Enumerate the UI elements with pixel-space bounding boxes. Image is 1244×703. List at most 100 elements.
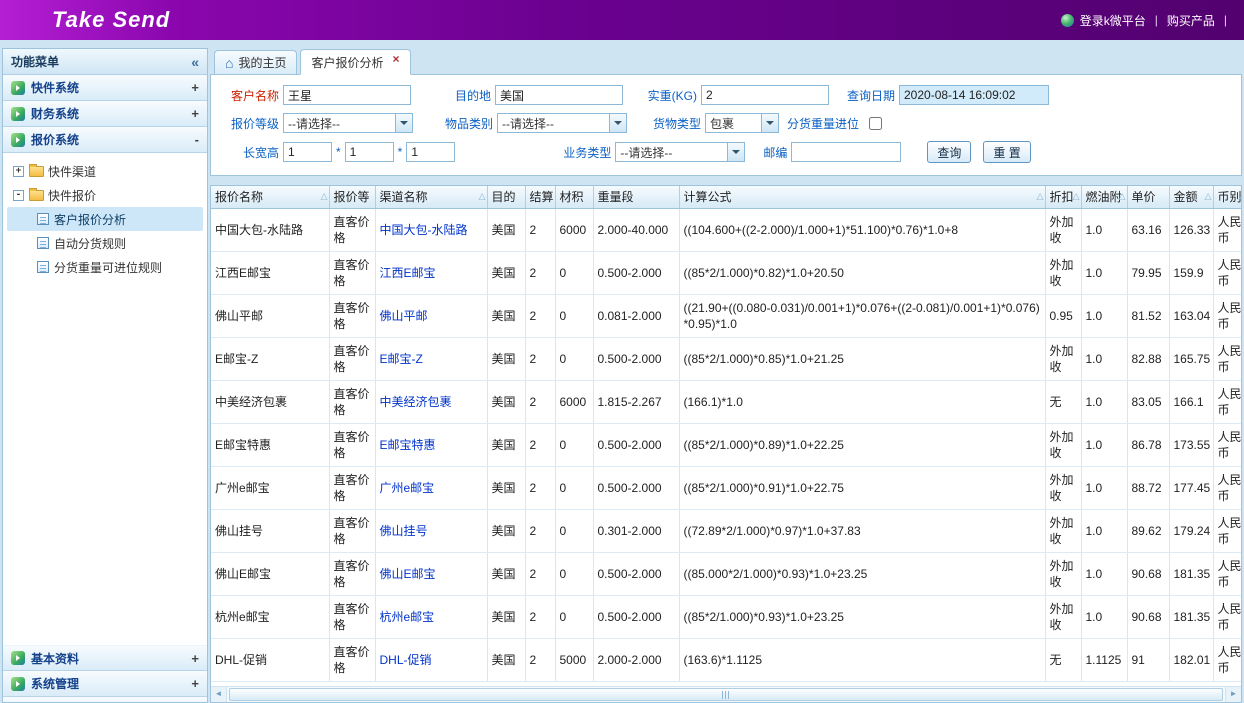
minus-icon[interactable]: - [195,132,199,147]
column-header-3[interactable]: 目的 [487,186,525,208]
column-header-2[interactable]: 渠道名称△ [375,186,487,208]
sidebar-item-finance-system[interactable]: 财务系统 + [3,101,207,127]
tree-node-express-channel[interactable]: + 快件渠道 [7,159,203,183]
sidebar-item-quote-system[interactable]: 报价系统 - [3,127,207,153]
table-row[interactable]: 佛山挂号直客价格佛山挂号美国200.301-2.000((72.89*2/1.0… [211,509,1241,552]
scroll-right-icon[interactable]: ► [1225,687,1241,702]
plus-icon[interactable]: + [191,80,199,95]
sidebar-item-basic-data[interactable]: 基本资料 + [3,645,207,671]
sort-icon[interactable]: △ [1119,191,1126,202]
sort-icon[interactable]: △ [1073,191,1080,202]
cell: 91 [1127,638,1169,681]
cell: 90.68 [1127,552,1169,595]
cell: 2 [525,466,555,509]
tree-node-express-quote[interactable]: - 快件报价 [7,183,203,207]
collapse-node-icon[interactable]: - [13,190,24,201]
channel-link[interactable]: 中美经济包裹 [380,395,452,409]
channel-link[interactable]: DHL-促销 [380,653,432,667]
table-row[interactable]: 江西E邮宝直客价格江西E邮宝美国200.500-2.000((85*2/1.00… [211,251,1241,294]
tree-leaf-customer-quote-analysis[interactable]: 客户报价分析 [7,207,203,231]
tree-leaf-auto-sort-rule[interactable]: 自动分货规则 [7,231,203,255]
cell: 0 [555,337,593,380]
column-header-8[interactable]: 折扣△ [1045,186,1081,208]
plus-icon[interactable]: + [191,651,199,666]
channel-link[interactable]: 佛山挂号 [380,524,428,538]
cell: 2 [525,423,555,466]
column-header-6[interactable]: 重量段 [593,186,679,208]
module-icon [11,81,25,95]
close-icon[interactable]: × [393,52,400,66]
cell: 88.72 [1127,466,1169,509]
channel-link[interactable]: 杭州e邮宝 [380,610,435,624]
quote-level-select[interactable]: --请选择-- [283,113,413,133]
table-row[interactable]: E邮宝特惠直客价格E邮宝特惠美国200.500-2.000((85*2/1.00… [211,423,1241,466]
sidebar-item-system-admin[interactable]: 系统管理 + [3,671,207,697]
channel-link[interactable]: 佛山平邮 [380,309,428,323]
destination-input[interactable] [495,85,623,105]
tree-leaf-weight-carry-rule[interactable]: 分货重量可进位规则 [7,255,203,279]
login-platform-link[interactable]: 登录k微平台 [1080,12,1146,29]
section-label: 基本资料 [31,650,191,667]
scrollbar-thumb[interactable] [229,688,1223,701]
column-header-0[interactable]: 报价名称△ [211,186,329,208]
scroll-left-icon[interactable]: ◄ [211,687,227,702]
cell: 165.75 [1169,337,1213,380]
channel-link[interactable]: 中国大包-水陆路 [380,223,468,237]
item-category-select[interactable]: --请选择-- [497,113,627,133]
channel-link[interactable]: 广州e邮宝 [380,481,435,495]
reset-button[interactable]: 重 置 [983,141,1030,163]
plus-icon[interactable]: + [191,676,199,691]
tab-label: 我的主页 [238,54,286,71]
column-header-10[interactable]: 单价 [1127,186,1169,208]
column-header-4[interactable]: 结算 [525,186,555,208]
cell: 外加收 [1045,208,1081,251]
cell: 直客价格 [329,509,375,552]
cargo-type-select[interactable]: 包裹 [705,113,779,133]
sort-icon[interactable]: △ [479,191,486,202]
column-header-1[interactable]: 报价等 [329,186,375,208]
table-row[interactable]: 中美经济包裹直客价格中美经济包裹美国260001.815-2.267(166.1… [211,380,1241,423]
table-row[interactable]: DHL-促销直客价格DHL-促销美国250002.000-2.000(163.6… [211,638,1241,681]
search-button[interactable]: 查询 [927,141,971,163]
buy-product-link[interactable]: 购买产品 [1167,12,1215,29]
column-header-9[interactable]: 燃油附△ [1081,186,1127,208]
expand-icon[interactable]: + [13,166,24,177]
column-header-12[interactable]: 币别△ [1213,186,1241,208]
tab-home[interactable]: ⌂ 我的主页 [214,50,297,74]
collapse-icon[interactable]: « [191,54,199,70]
height-input[interactable] [406,142,455,162]
column-header-7[interactable]: 计算公式△ [679,186,1045,208]
channel-link[interactable]: 江西E邮宝 [380,266,436,280]
query-date-input[interactable] [899,85,1049,105]
column-header-11[interactable]: 金额△ [1169,186,1213,208]
table-row[interactable]: 佛山E邮宝直客价格佛山E邮宝美国200.500-2.000((85.000*2/… [211,552,1241,595]
sort-icon[interactable]: △ [1239,191,1241,202]
customer-name-label: 客户名称 [227,87,279,104]
sidebar-item-other-system[interactable]: 其他系统 + [3,697,207,703]
length-input[interactable] [283,142,332,162]
table-row[interactable]: 佛山平邮直客价格佛山平邮美国200.081-2.000((21.90+((0.0… [211,294,1241,337]
channel-link[interactable]: 佛山E邮宝 [380,567,436,581]
channel-link[interactable]: E邮宝特惠 [380,438,436,452]
table-row[interactable]: E邮宝-Z直客价格E邮宝-Z美国200.500-2.000((85*2/1.00… [211,337,1241,380]
sort-icon[interactable]: △ [1205,191,1212,202]
sort-icon[interactable]: △ [1037,191,1044,202]
business-type-select[interactable]: --请选择-- [615,142,745,162]
postcode-input[interactable] [791,142,901,162]
tab-customer-quote-analysis[interactable]: 客户报价分析 × [300,49,410,75]
channel-link[interactable]: E邮宝-Z [380,352,423,366]
sidebar-item-express-system[interactable]: 快件系统 + [3,75,207,101]
horizontal-scrollbar[interactable]: ◄ ► [211,686,1241,702]
module-icon [11,107,25,121]
table-row[interactable]: 杭州e邮宝直客价格杭州e邮宝美国200.500-2.000((85*2/1.00… [211,595,1241,638]
column-header-5[interactable]: 材积 [555,186,593,208]
quote-table-panel: 报价名称△报价等渠道名称△目的结算材积重量段计算公式△折扣△燃油附△单价金额△币… [210,185,1242,703]
width-input[interactable] [345,142,394,162]
table-row[interactable]: 广州e邮宝直客价格广州e邮宝美国200.500-2.000((85*2/1.00… [211,466,1241,509]
table-row[interactable]: 中国大包-水陆路直客价格中国大包-水陆路美国260002.000-40.000(… [211,208,1241,251]
weight-input[interactable] [701,85,829,105]
sort-icon[interactable]: △ [321,191,328,202]
weight-carry-checkbox[interactable] [869,117,882,130]
plus-icon[interactable]: + [191,106,199,121]
customer-name-input[interactable] [283,85,411,105]
